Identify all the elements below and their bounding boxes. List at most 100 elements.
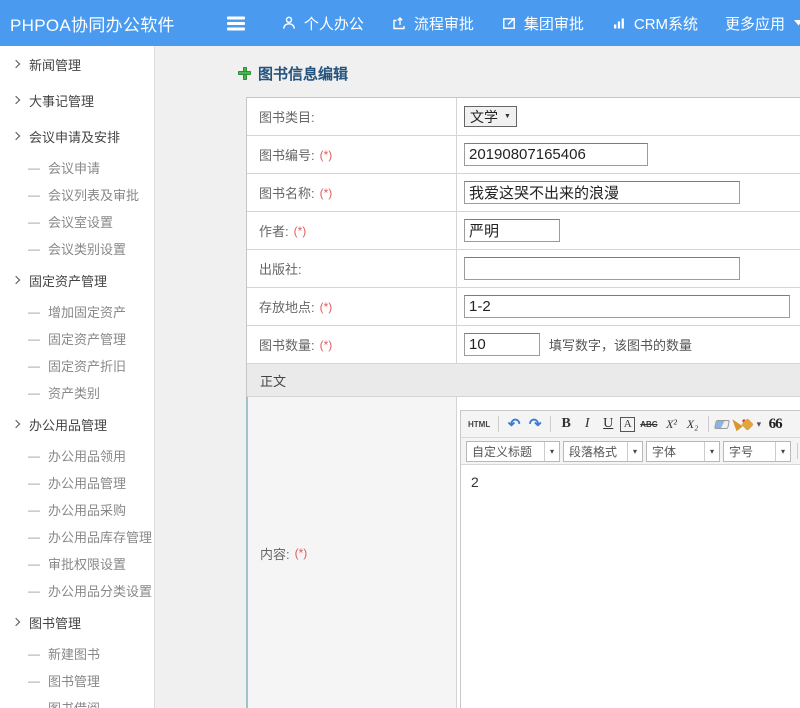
sidebar-sub-item[interactable]: —增加固定资产 — [0, 298, 154, 325]
sidebar-sub-item[interactable]: —办公用品分类设置 — [0, 577, 154, 604]
sidebar-sub-item[interactable]: —会议列表及审批 — [0, 181, 154, 208]
location-input[interactable] — [464, 295, 790, 318]
editor-dropdown-font-size[interactable]: 字号▾ — [723, 441, 791, 462]
sidebar-sub-item[interactable]: —固定资产管理 — [0, 325, 154, 352]
sidebar-item-label: 会议申请 — [48, 158, 100, 177]
redo-icon[interactable]: ↷ — [526, 414, 544, 434]
editor-dropdown-paragraph-format[interactable]: 段落格式▾ — [563, 441, 643, 462]
menu-toggle-button[interactable] — [227, 13, 245, 33]
dash-bullet-icon: — — [28, 386, 40, 400]
sidebar-item-label: 固定资产管理 — [29, 271, 107, 290]
undo-icon[interactable]: ↶ — [505, 414, 523, 434]
field-input-cell: 填写数字，该图书的数量 — [457, 326, 800, 363]
book-name-input[interactable] — [464, 181, 740, 204]
sidebar-sub-item[interactable]: —审批权限设置 — [0, 550, 154, 577]
editor-dropdown-font-family[interactable]: 字体▾ — [646, 441, 720, 462]
sidebar-sub-item[interactable]: — 会议室设置 — [0, 208, 154, 235]
sidebar-sub-item[interactable]: —办公用品领用 — [0, 442, 154, 469]
sidebar-item-label: 图书管理 — [29, 613, 81, 632]
sidebar-sub-item[interactable]: —图书管理 — [0, 667, 154, 694]
bold-button[interactable]: B — [557, 414, 575, 434]
font-color-button[interactable]: A — [620, 417, 635, 432]
italic-button[interactable]: I — [578, 414, 596, 434]
sidebar-item-label: 资产类别 — [48, 383, 100, 402]
sidebar-group-item[interactable]: 办公用品管理 — [0, 406, 154, 442]
book-number-input[interactable] — [464, 143, 648, 166]
sidebar-sub-item[interactable]: —会议类别设置 — [0, 235, 154, 262]
html-source-button[interactable]: HTML — [466, 414, 492, 434]
sidebar-group-item[interactable]: 新闻管理 — [0, 46, 154, 82]
caret-down-icon[interactable]: ▾ — [755, 414, 764, 434]
caret-down-icon: ▼ — [504, 113, 511, 120]
nav-item-label: 个人办公 — [304, 13, 364, 34]
sidebar-item-label: 会议室设置 — [48, 212, 113, 231]
section-header: 正文 — [247, 364, 800, 397]
sidebar-group-item[interactable]: 图书管理 — [0, 604, 154, 640]
dash-bullet-icon: — — [28, 701, 40, 708]
broom-icon[interactable] — [729, 417, 743, 431]
field-label-cell: 内容: (*) — [248, 397, 457, 708]
strikethrough-button[interactable]: ABC — [638, 414, 659, 434]
field-label: 图书数量: — [259, 335, 315, 354]
nav-item-workflow-approval[interactable]: 流程审批 — [391, 13, 474, 34]
field-label-cell: 图书名称: (*) — [247, 174, 457, 211]
subscript-button[interactable]: X₂ — [684, 414, 702, 434]
underline-button[interactable]: U — [599, 414, 617, 434]
nav-item-label: CRM系统 — [634, 13, 698, 34]
field-input-cell — [457, 136, 800, 173]
sidebar-sub-item[interactable]: —固定资产折旧 — [0, 352, 154, 379]
hamburger-icon — [227, 22, 245, 25]
rich-text-editor: HTML↶↷BIUAABCX²X₂▾66 自定义标题▾段落格式▾字体▾字号▾ 2 — [460, 410, 800, 708]
sidebar-sub-item[interactable]: —会议申请 — [0, 154, 154, 181]
nav-item-crm-system[interactable]: CRM系统 — [611, 13, 698, 34]
caret-down-icon: ▾ — [544, 442, 559, 461]
eraser-icon[interactable] — [714, 420, 730, 429]
sidebar-sub-item[interactable]: —办公用品采购 — [0, 496, 154, 523]
dropdown-label: 字体 — [652, 443, 676, 460]
dash-bullet-icon: — — [28, 215, 40, 229]
required-mark: (*) — [320, 148, 333, 162]
field-input-cell: 文学 ▼ — [457, 98, 800, 135]
sidebar-sub-item[interactable]: — 图书借阅 — [0, 694, 154, 708]
nav-item-more-apps[interactable]: 更多应用 — [725, 13, 800, 34]
editor-cell: HTML↶↷BIUAABCX²X₂▾66 自定义标题▾段落格式▾字体▾字号▾ 2 — [457, 397, 800, 708]
sidebar-item-label: 办公用品采购 — [48, 500, 126, 519]
sidebar-group-item[interactable]: 大事记管理 — [0, 82, 154, 118]
field-label: 图书类目: — [259, 107, 315, 126]
field-label-cell: 出版社: — [247, 250, 457, 287]
field-input-cell — [457, 212, 800, 249]
nav-item-label: 更多应用 — [725, 13, 785, 34]
editor-content[interactable]: 2 — [461, 465, 800, 708]
dash-bullet-icon: — — [28, 332, 40, 346]
nav-item-group-approval[interactable]: 集团审批 — [501, 13, 584, 34]
chevron-right-icon — [12, 276, 20, 284]
field-label: 存放地点: — [259, 297, 315, 316]
dash-bullet-icon: — — [28, 530, 40, 544]
sidebar-item-label: 图书借阅 — [48, 698, 100, 708]
user-icon — [281, 15, 297, 31]
quantity-input[interactable] — [464, 333, 540, 356]
author-input[interactable] — [464, 219, 560, 242]
blockquote-icon[interactable]: 66 — [766, 414, 784, 434]
book-edit-form: 图书类目: 文学 ▼ 图书编号: (*) 图书名称: (*) — [246, 97, 800, 708]
sidebar-sub-item[interactable]: — 资产类别 — [0, 379, 154, 406]
editor-dropdown-custom-title[interactable]: 自定义标题▾ — [466, 441, 560, 462]
superscript-button[interactable]: X² — [663, 414, 681, 434]
sidebar-group-item[interactable]: 固定资产管理 — [0, 262, 154, 298]
format-painter-icon[interactable] — [741, 418, 754, 431]
sidebar-sub-item[interactable]: —新建图书 — [0, 640, 154, 667]
sidebar-item-label: 办公用品领用 — [48, 446, 126, 465]
publisher-input[interactable] — [464, 257, 740, 280]
sidebar-sub-item[interactable]: —办公用品管理 — [0, 469, 154, 496]
add-icon — [238, 67, 251, 80]
required-mark: (*) — [320, 338, 333, 352]
sidebar-item-label: 办公用品库存管理 — [48, 527, 152, 546]
sidebar-item-label: 固定资产折旧 — [48, 356, 126, 375]
nav-item-label: 流程审批 — [414, 13, 474, 34]
sidebar-group-item[interactable]: 会议申请及安排 — [0, 118, 154, 154]
top-nav: 个人办公 流程审批 集团审批 CRM系统 更多应用 — [281, 13, 800, 34]
book-category-select[interactable]: 文学 ▼ — [464, 106, 517, 127]
sidebar-sub-item[interactable]: — 办公用品库存管理 — [0, 523, 154, 550]
field-input-cell — [457, 174, 800, 211]
nav-item-personal-office[interactable]: 个人办公 — [281, 13, 364, 34]
